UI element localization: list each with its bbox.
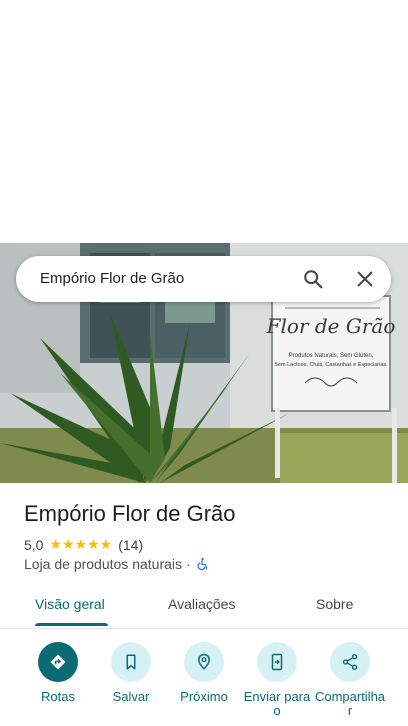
- save-label: Salvar: [112, 689, 150, 704]
- nearby-button[interactable]: Próximo: [164, 642, 244, 704]
- directions-label: Rotas: [41, 689, 75, 704]
- bookmark-icon: [111, 642, 151, 682]
- tab-bar: Visão geral Avaliações Sobre: [0, 585, 408, 629]
- wheelchair-icon: [197, 557, 207, 571]
- send-to-phone-icon: [257, 642, 297, 682]
- search-icon[interactable]: [302, 268, 324, 290]
- share-label: Compartilhar: [314, 689, 386, 718]
- nearby-label: Próximo: [180, 689, 228, 704]
- separator-dot: ·: [186, 556, 191, 572]
- nearby-icon: [184, 642, 224, 682]
- place-category: Loja de produtos naturais: [24, 556, 182, 572]
- rating-row[interactable]: 5,0 ★★★★★ (14): [24, 536, 143, 553]
- category-row: Loja de produtos naturais ·: [24, 556, 209, 572]
- tab-reviews[interactable]: Avaliações: [168, 596, 235, 612]
- sign-line2: Sem Lactose, Chás, Castanhas e Especiari…: [274, 362, 388, 368]
- share-button[interactable]: Compartilhar: [310, 642, 390, 718]
- tab-overview[interactable]: Visão geral: [35, 596, 105, 612]
- save-button[interactable]: Salvar: [91, 642, 171, 704]
- map-blank-area: [0, 0, 408, 243]
- directions-icon: [38, 642, 78, 682]
- share-icon: [330, 642, 370, 682]
- sign-title: Flor de Grão: [266, 314, 396, 338]
- sign-line1: Produtos Naturais, Sem Glúten,: [289, 353, 374, 359]
- search-input[interactable]: Empório Flor de Grão: [40, 270, 184, 287]
- review-count[interactable]: (14): [118, 537, 143, 553]
- rating-value: 5,0: [24, 536, 44, 553]
- send-to-phone-label: Enviar para o: [243, 689, 311, 718]
- close-icon[interactable]: [354, 268, 376, 290]
- search-bar[interactable]: Empório Flor de Grão: [16, 256, 391, 302]
- rating-stars: ★★★★★: [49, 536, 113, 552]
- place-title: Empório Flor de Grão: [24, 501, 236, 526]
- directions-button[interactable]: Rotas: [18, 642, 98, 704]
- tab-about[interactable]: Sobre: [316, 596, 353, 612]
- send-to-phone-button[interactable]: Enviar para o: [237, 642, 317, 718]
- active-tab-indicator: [35, 623, 108, 626]
